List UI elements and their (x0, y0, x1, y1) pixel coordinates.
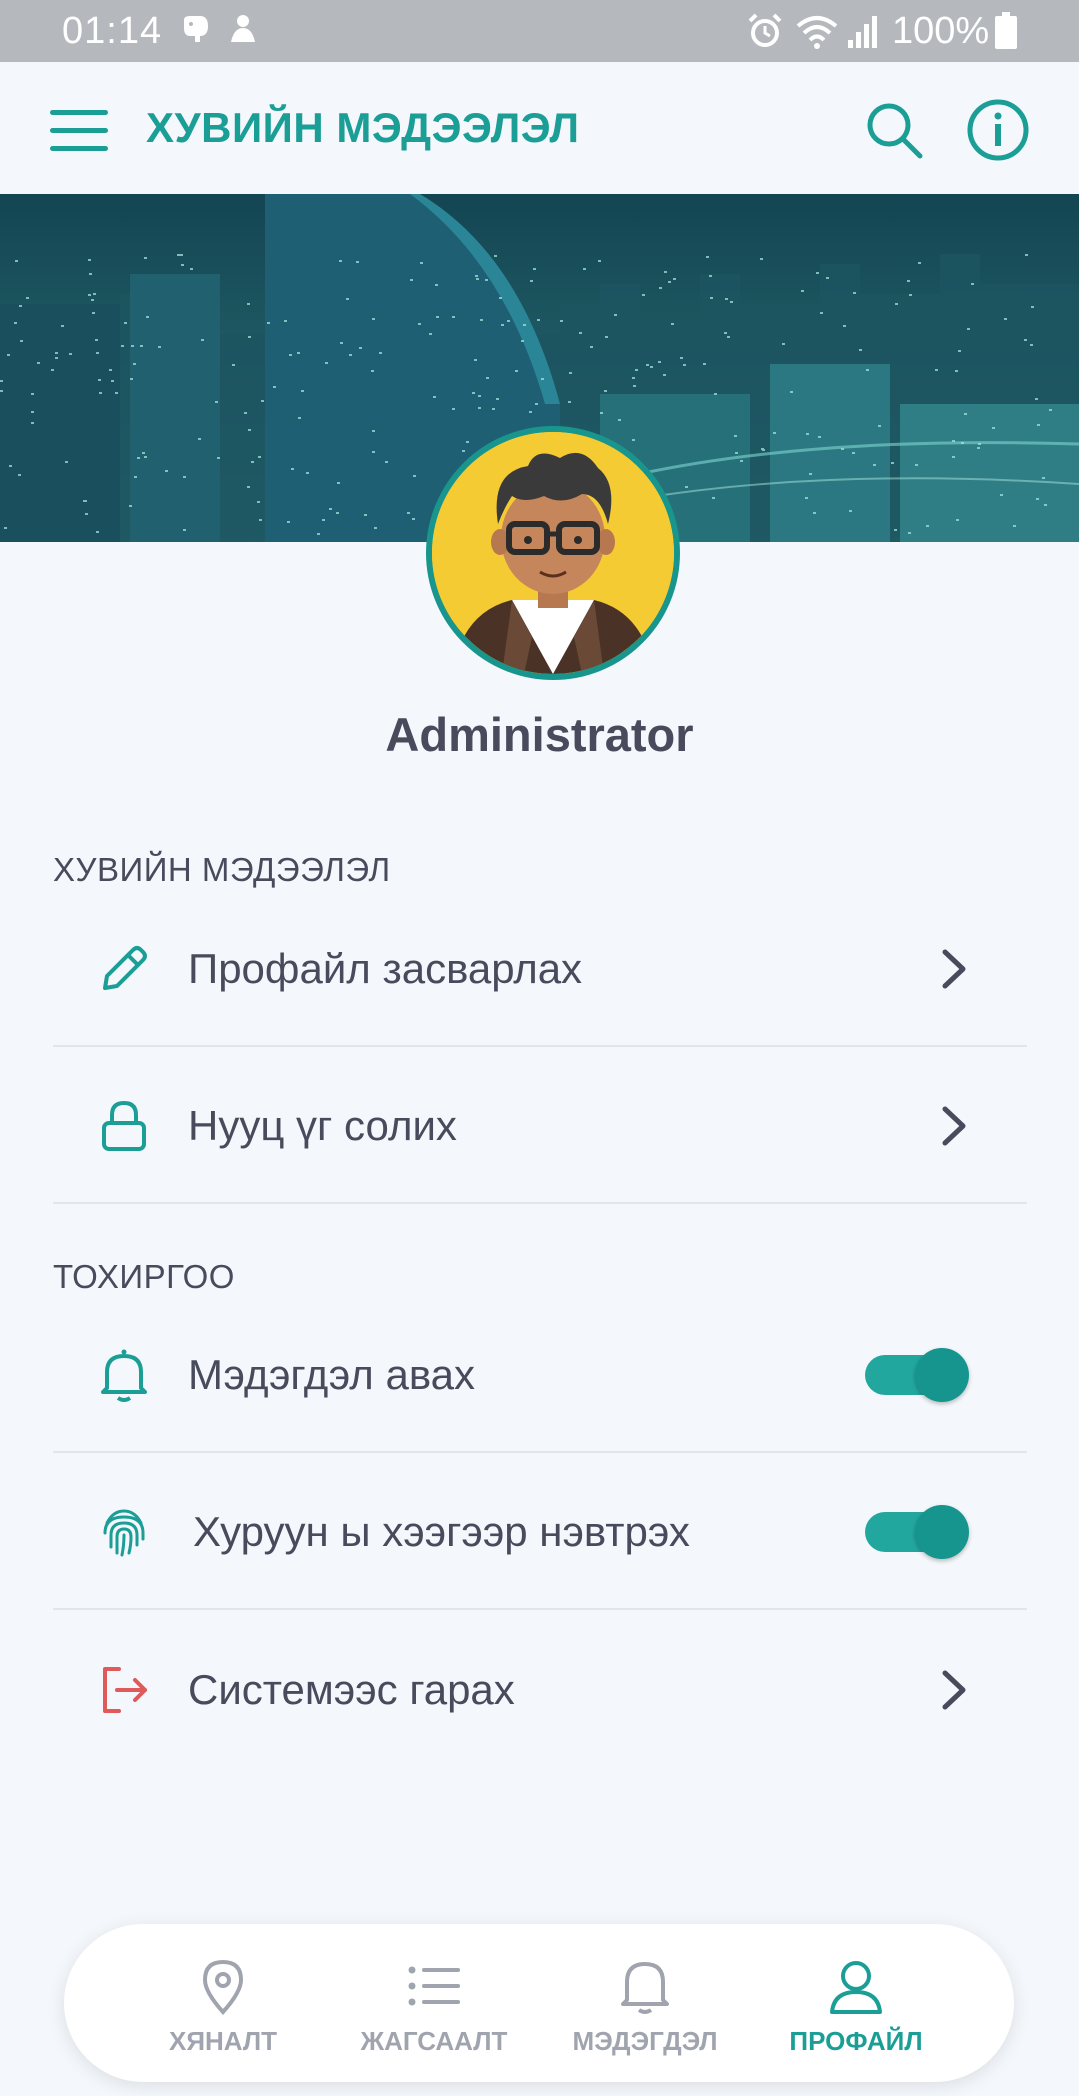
wifi-icon (794, 12, 840, 55)
user-icon (826, 1956, 886, 2016)
edit-profile-row[interactable]: Профайл засварлах (53, 891, 1027, 1047)
section-title-personal: ХУВИЙН МЭДЭЭЛЭЛ (53, 851, 391, 888)
battery-percent: 100% (892, 10, 990, 52)
map-pin-icon (193, 1956, 253, 2016)
chevron-right-icon (933, 1101, 973, 1151)
bell-icon (95, 1346, 153, 1404)
nav-label: МЭДЭГДЭЛ (572, 2026, 718, 2056)
edit-profile-label: Профайл засварлах (188, 945, 583, 992)
notifications-label: Мэдэгдэл авах (188, 1351, 476, 1398)
battery-icon (994, 12, 1018, 55)
page-title: ХУВИЙН МЭДЭЭЛЭЛ (146, 104, 580, 151)
notifications-row: Мэдэгдэл авах (53, 1297, 1027, 1453)
person-icon (226, 12, 260, 51)
elephant-icon (178, 12, 212, 51)
nav-item-notifications[interactable]: МЭДЭГДЭЛ (545, 1924, 745, 2082)
divider (53, 1451, 1027, 1453)
logout-icon (95, 1661, 153, 1719)
status-time: 01:14 (62, 10, 163, 52)
signal-icon (846, 12, 880, 55)
chevron-right-icon (933, 944, 973, 994)
nav-item-list[interactable]: ЖАГСААЛТ (334, 1924, 534, 2082)
lock-icon (95, 1097, 153, 1155)
pencil-icon (95, 940, 153, 998)
logout-label: Системээс гарах (188, 1666, 515, 1713)
fingerprint-login-row: Хуруун ы хээгээр нэвтрэх (53, 1454, 1027, 1610)
divider (53, 1045, 1027, 1047)
notifications-toggle[interactable] (865, 1348, 969, 1402)
logout-row[interactable]: Системээс гарах (53, 1612, 1027, 1768)
avatar (426, 426, 680, 680)
divider (53, 1202, 1027, 1204)
nav-item-monitoring[interactable]: ХЯНАЛТ (123, 1924, 323, 2082)
menu-icon[interactable] (50, 110, 108, 152)
chevron-right-icon (933, 1665, 973, 1715)
bell-icon (615, 1956, 675, 2016)
nav-label: ЖАГСААЛТ (360, 2026, 508, 2056)
info-icon[interactable] (966, 98, 1030, 162)
divider (53, 1608, 1027, 1610)
fingerprint-login-label: Хуруун ы хээгээр нэвтрэх (193, 1508, 690, 1555)
nav-label: ПРОФАЙЛ (789, 2026, 923, 2056)
fingerprint-icon (95, 1503, 153, 1561)
section-title-settings: ТОХИРГОО (53, 1258, 235, 1295)
fingerprint-toggle[interactable] (865, 1505, 969, 1559)
alarm-icon (746, 12, 784, 55)
app-bar: ХУВИЙН МЭДЭЭЛЭЛ (0, 62, 1079, 194)
list-icon (404, 1956, 464, 2016)
nav-item-profile[interactable]: ПРОФАЙЛ (756, 1924, 956, 2082)
change-password-label: Нууц үг солих (188, 1102, 457, 1149)
profile-name: Administrator (385, 708, 694, 761)
nav-label: ХЯНАЛТ (168, 2026, 278, 2056)
bottom-navigation: ХЯНАЛТ ЖАГСААЛТ МЭДЭГДЭЛ ПРОФАЙЛ (64, 1924, 1014, 2082)
search-icon[interactable] (862, 98, 926, 162)
change-password-row[interactable]: Нууц үг солих (53, 1048, 1027, 1204)
status-bar: 01:14 100% (0, 0, 1079, 62)
